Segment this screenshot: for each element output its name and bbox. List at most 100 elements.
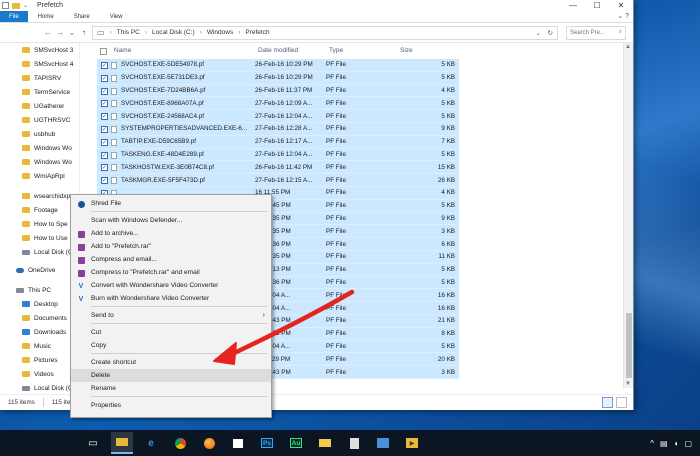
scroll-up-icon[interactable]: ▲ [625,44,631,50]
breadcrumb-local-disk[interactable]: Local Disk (C:) [152,29,195,36]
quick-access-dropdown-icon[interactable]: ⌄ [23,2,31,10]
menu-item-compress-and-email[interactable]: Compress and email... [71,253,271,266]
ribbon-expand-help[interactable]: ⌄ ? [593,11,633,22]
menu-item-convert-with-wondershare-video-converter[interactable]: V Convert with Wondershare Video Converte… [71,279,271,292]
scroll-thumb[interactable] [626,313,632,378]
refresh-icon[interactable]: ↻ [548,29,553,37]
row-checkbox[interactable]: ✓ [101,125,108,133]
notification-icon[interactable]: ▢ [684,439,692,448]
calculator-icon[interactable] [343,432,365,454]
nav-item[interactable]: SMSvcHost 4 [0,57,79,71]
column-name[interactable]: Name [114,47,131,54]
nav-item[interactable]: Documents [0,311,79,325]
row-checkbox[interactable]: ✓ [101,164,108,172]
nav-item[interactable]: Windows Wo [0,155,79,169]
back-arrow-icon[interactable]: ← [44,28,52,37]
large-icons-view-icon[interactable] [616,397,627,408]
row-checkbox[interactable]: ✓ [101,74,108,82]
network-icon[interactable]: ▤ [660,439,668,448]
menu-item-create-shortcut[interactable]: Create shortcut [71,356,271,369]
nav-item[interactable]: Pictures [0,353,79,367]
row-checkbox[interactable]: ✓ [101,100,108,108]
file-row[interactable]: ✓ SVCHOST.EXE-5E731DE3.pf 26-Feb-16 10:29 … [97,71,459,85]
nav-item[interactable]: UGTHRSVC [0,113,79,127]
nav-item[interactable]: SMSvcHost 3 [0,43,79,57]
column-type[interactable]: Type [329,47,343,54]
column-date-modified[interactable]: Date modified [258,47,298,54]
file-row[interactable]: ✓ TASKHOSTW.EXE-3E0B74C8.pf 26-Feb-16 11:4… [97,161,459,175]
audition-icon[interactable]: Au [285,432,307,454]
tab-view[interactable]: View [100,11,133,22]
nav-item[interactable]: UGatherer [0,99,79,113]
row-checkbox[interactable]: ✓ [101,151,108,159]
nav-item[interactable]: Local Disk (C [0,381,79,394]
menu-item-copy[interactable]: Copy [71,339,271,352]
minimize-button[interactable]: — [561,0,585,11]
menu-item-compress-to-prefetch-rar-and-email[interactable]: Compress to "Prefetch.rar" and email [71,266,271,279]
nav-item[interactable]: Local Disk (C✦ [0,245,79,259]
forward-arrow-icon[interactable]: → [56,28,64,37]
file-row[interactable]: ✓ SVCHOST.EXE-7D24BB6A.pf 26-Feb-16 11:37 … [97,84,459,98]
file-row[interactable]: ✓ TABTIP.EXE-D59C65B9.pf 27-Feb-16 12:17 A… [97,135,459,149]
row-checkbox[interactable]: ✓ [101,87,108,95]
photos-icon[interactable] [372,432,394,454]
firefox-icon[interactable] [198,432,220,454]
row-checkbox[interactable]: ✓ [101,138,108,146]
nav-item[interactable]: How to Use✦ [0,231,79,245]
nav-item[interactable]: Videos [0,367,79,381]
search-input[interactable]: Search Pre... [570,30,605,36]
chrome-icon[interactable] [169,432,191,454]
vertical-scrollbar[interactable]: ▲ ▼ [623,43,633,388]
nav-item[interactable]: wsearchidxp [0,189,79,203]
row-checkbox[interactable]: ✓ [101,177,108,185]
up-arrow-icon[interactable]: ↑ [80,28,88,37]
nav-item[interactable]: TAPISRV [0,71,79,85]
tray-chevron-icon[interactable]: ^ [650,439,654,448]
close-button[interactable]: ✕ [609,0,633,11]
file-explorer-taskbar-icon[interactable] [111,432,133,454]
store-icon[interactable] [227,432,249,454]
breadcrumb-prefetch[interactable]: Prefetch [245,29,269,36]
file-row[interactable]: ✓ SYSTEMPROPERTIESADVANCED.EXE-6... 27-Feb… [97,122,459,136]
media-player-icon[interactable]: ▶ [401,432,423,454]
column-size[interactable]: Size [400,47,413,54]
nav-item[interactable]: Music [0,339,79,353]
tab-file[interactable]: File [0,11,28,22]
details-view-icon[interactable] [602,397,613,408]
nav-item[interactable]: usbhub [0,127,79,141]
properties-icon[interactable] [2,2,9,9]
maximize-button[interactable]: ☐ [585,0,609,11]
file-row[interactable]: ✓ SVCHOST.EXE-8968A07A.pf 27-Feb-16 12:09 … [97,97,459,111]
menu-item-shred-file[interactable]: Shred File [71,197,271,210]
photoshop-icon[interactable]: Ps [256,432,278,454]
nav-item[interactable]: Downloads [0,325,79,339]
menu-item-delete[interactable]: Delete [71,369,271,382]
file-row[interactable]: ✓ SVCHOST.EXE-24568AC4.pf 27-Feb-16 12:04 … [97,110,459,123]
scroll-down-icon[interactable]: ▼ [625,381,631,387]
menu-item-properties[interactable]: Properties [71,399,271,412]
menu-item-send-to[interactable]: Send to › [71,309,271,322]
nav-item[interactable]: Footage✦ [0,203,79,217]
nav-item[interactable]: WmiApRpl [0,169,79,183]
recent-locations-icon[interactable]: ⌄ [68,28,76,37]
breadcrumb-this-pc[interactable]: This PC [117,29,140,36]
folder-icon[interactable] [314,432,336,454]
nav-item[interactable]: TermService [0,85,79,99]
select-all-checkbox[interactable] [100,48,107,55]
file-row[interactable]: ✓ TASKENG.EXE-48D4E289.pf 27-Feb-16 12:04 … [97,148,459,162]
tab-share[interactable]: Share [64,11,100,22]
nav-item[interactable]: This PC [0,283,79,297]
search-box[interactable]: Search Pre... ⌕ [566,25,626,40]
menu-item-cut[interactable]: Cut [71,326,271,339]
task-view-icon[interactable]: ▭ [82,432,104,454]
volume-icon[interactable]: ◖ [674,439,679,448]
breadcrumb-windows[interactable]: Windows [207,29,233,36]
new-folder-icon[interactable] [12,2,20,9]
menu-item-add-to-prefetch-rar[interactable]: Add to "Prefetch.rar" [71,240,271,253]
address-dropdown-icon[interactable]: ⌄ [536,29,541,37]
row-checkbox[interactable]: ✓ [101,113,108,121]
tab-home[interactable]: Home [28,11,64,22]
address-bar[interactable]: ▭ › This PC › Local Disk (C:) › Windows … [92,25,558,40]
nav-item[interactable]: Windows Wo [0,141,79,155]
nav-item[interactable]: How to Spe✦ [0,217,79,231]
